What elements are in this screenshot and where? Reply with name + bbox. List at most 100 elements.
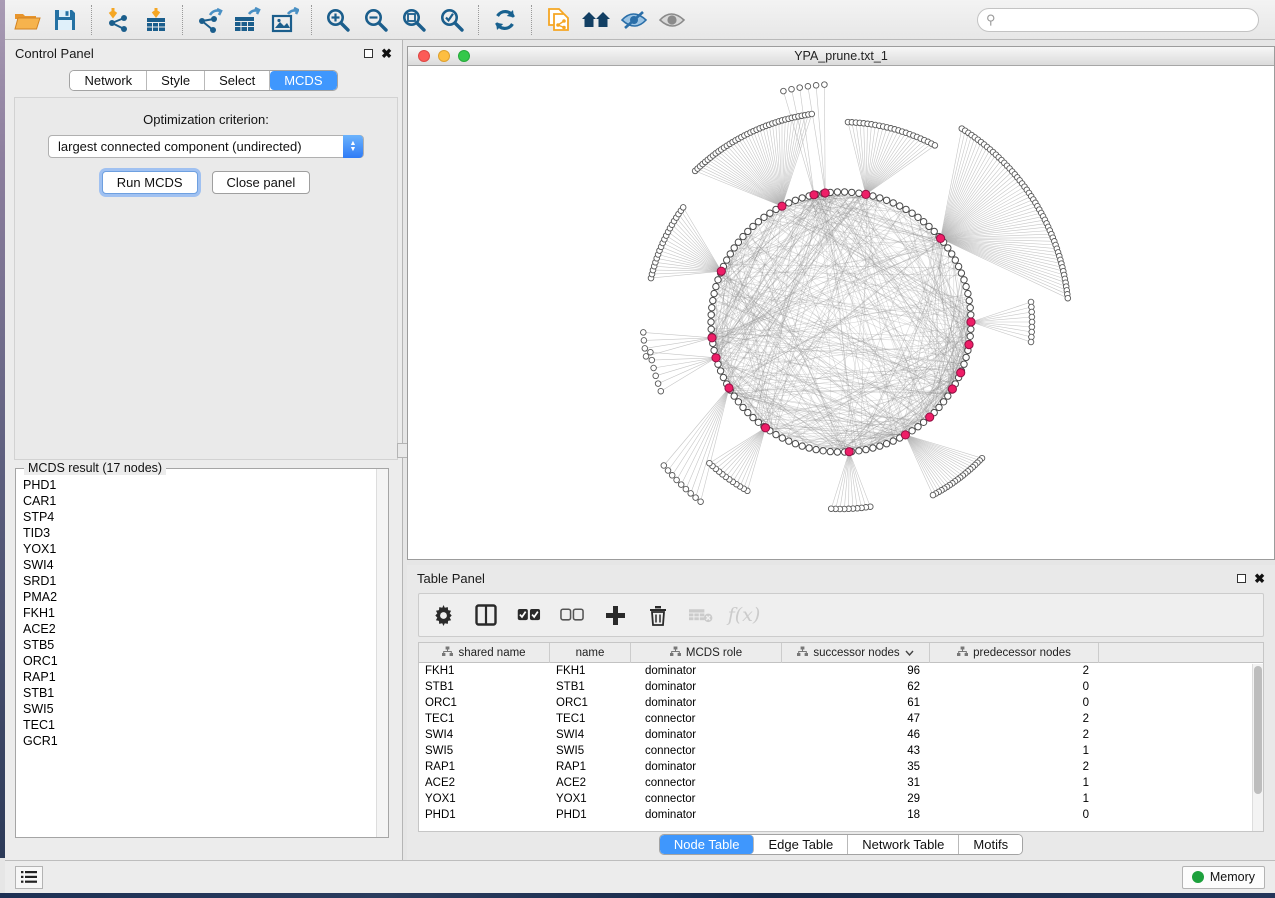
- mcds-hub-node[interactable]: [778, 202, 786, 210]
- search-input[interactable]: [996, 10, 1258, 30]
- mcds-result-title: MCDS result (17 nodes): [24, 461, 166, 475]
- table-row[interactable]: ACE2ACE2connector311: [419, 775, 1263, 791]
- table-row[interactable]: TEC1TEC1connector472: [419, 711, 1263, 727]
- mcds-result-item[interactable]: GCR1: [23, 733, 375, 749]
- mcds-hub-node[interactable]: [901, 431, 909, 439]
- show-all-icon[interactable]: [655, 4, 689, 36]
- close-table-panel-icon[interactable]: ✖: [1254, 574, 1265, 583]
- run-mcds-button[interactable]: Run MCDS: [102, 171, 198, 194]
- zoom-in-icon[interactable]: [321, 4, 355, 36]
- mcds-hub-node[interactable]: [821, 189, 829, 197]
- table-scrollbar-thumb[interactable]: [1254, 666, 1262, 794]
- mcds-hub-node[interactable]: [845, 448, 853, 456]
- mcds-result-list[interactable]: PHD1CAR1STP4TID3YOX1SWI4SRD1PMA2FKH1ACE2…: [17, 475, 375, 836]
- tab-network-table[interactable]: Network Table: [848, 835, 959, 854]
- task-history-button[interactable]: [15, 866, 43, 889]
- mcds-hub-node[interactable]: [725, 384, 733, 392]
- close-panel-icon[interactable]: ✖: [381, 49, 392, 58]
- tab-network[interactable]: Network: [70, 71, 147, 90]
- zoom-out-icon[interactable]: [359, 4, 393, 36]
- first-neighbors-icon[interactable]: [579, 4, 613, 36]
- mcds-hub-node[interactable]: [708, 334, 716, 342]
- mcds-hub-node[interactable]: [717, 267, 725, 275]
- mcds-hub-node[interactable]: [810, 191, 818, 199]
- table-row[interactable]: STB1STB1dominator620: [419, 679, 1263, 695]
- tab-motifs[interactable]: Motifs: [959, 835, 1022, 854]
- mcds-hub-node[interactable]: [957, 369, 965, 377]
- table-row[interactable]: FKH1FKH1dominator962: [419, 663, 1263, 679]
- zoom-fit-icon[interactable]: [397, 4, 431, 36]
- table-row[interactable]: YOX1YOX1connector291: [419, 791, 1263, 807]
- select-all-rows-icon[interactable]: [517, 603, 541, 627]
- save-icon[interactable]: [48, 4, 82, 36]
- column-header-shared-name[interactable]: shared name: [419, 643, 550, 663]
- mcds-hub-node[interactable]: [712, 354, 720, 362]
- column-header-predecessor-nodes[interactable]: predecessor nodes: [930, 643, 1099, 663]
- tab-select[interactable]: Select: [205, 71, 270, 90]
- mcds-hub-node[interactable]: [948, 385, 956, 393]
- mcds-result-item[interactable]: SWI5: [23, 701, 375, 717]
- criterion-dropdown[interactable]: largest connected component (undirected)…: [48, 135, 364, 158]
- clone-network-icon[interactable]: [541, 4, 575, 36]
- mcds-result-item[interactable]: SWI4: [23, 557, 375, 573]
- network-graph-canvas[interactable]: [408, 66, 1274, 559]
- memory-button[interactable]: Memory: [1182, 866, 1265, 889]
- table-row[interactable]: SWI4SWI4dominator462: [419, 727, 1263, 743]
- export-table-icon[interactable]: [230, 4, 264, 36]
- mcds-result-scrollbar[interactable]: [376, 469, 388, 837]
- delete-column-icon[interactable]: [646, 603, 670, 627]
- mcds-result-item[interactable]: TEC1: [23, 717, 375, 733]
- table-row[interactable]: RAP1RAP1dominator352: [419, 759, 1263, 775]
- tab-mcds[interactable]: MCDS: [270, 71, 336, 90]
- mcds-hub-node[interactable]: [967, 318, 975, 326]
- deselect-all-rows-icon[interactable]: [560, 603, 584, 627]
- float-panel-icon[interactable]: [364, 49, 373, 58]
- mcds-result-item[interactable]: PMA2: [23, 589, 375, 605]
- table-row[interactable]: SWI5SWI5connector431: [419, 743, 1263, 759]
- network-window-titlebar[interactable]: YPA_prune.txt_1: [408, 47, 1274, 66]
- add-column-icon[interactable]: [603, 603, 627, 627]
- column-header-MCDS-role[interactable]: MCDS role: [631, 643, 782, 663]
- list-icon: [21, 871, 37, 883]
- mcds-result-item[interactable]: CAR1: [23, 493, 375, 509]
- column-header-successor-nodes[interactable]: successor nodes: [782, 643, 930, 663]
- import-network-icon[interactable]: [101, 4, 135, 36]
- mcds-result-item[interactable]: ACE2: [23, 621, 375, 637]
- mcds-result-item[interactable]: TID3: [23, 525, 375, 541]
- mcds-hub-node[interactable]: [862, 190, 870, 198]
- mcds-result-item[interactable]: YOX1: [23, 541, 375, 557]
- hide-selected-icon[interactable]: [617, 4, 651, 36]
- cell-name: YOX1: [550, 793, 631, 805]
- table-row[interactable]: PHD1PHD1dominator180: [419, 807, 1263, 823]
- mcds-result-item[interactable]: ORC1: [23, 653, 375, 669]
- export-network-icon[interactable]: [192, 4, 226, 36]
- mcds-result-item[interactable]: SRD1: [23, 573, 375, 589]
- float-table-panel-icon[interactable]: [1237, 574, 1246, 583]
- tab-edge-table[interactable]: Edge Table: [754, 835, 848, 854]
- export-image-icon[interactable]: [268, 4, 302, 36]
- cell-shared-name: ACE2: [419, 777, 550, 789]
- mcds-hub-node[interactable]: [926, 413, 934, 421]
- table-scrollbar[interactable]: [1252, 664, 1263, 831]
- mcds-result-item[interactable]: STB1: [23, 685, 375, 701]
- close-panel-button[interactable]: Close panel: [212, 171, 311, 194]
- mcds-result-item[interactable]: RAP1: [23, 669, 375, 685]
- mcds-hub-node[interactable]: [761, 424, 769, 432]
- column-panel-icon[interactable]: [474, 603, 498, 627]
- open-folder-icon[interactable]: [10, 4, 44, 36]
- table-row[interactable]: ORC1ORC1dominator610: [419, 695, 1263, 711]
- tab-style[interactable]: Style: [147, 71, 205, 90]
- search-box[interactable]: ⚲: [977, 8, 1259, 32]
- mcds-result-item[interactable]: FKH1: [23, 605, 375, 621]
- mcds-hub-node[interactable]: [937, 234, 945, 242]
- import-table-icon[interactable]: [139, 4, 173, 36]
- mcds-result-item[interactable]: STP4: [23, 509, 375, 525]
- mcds-result-item[interactable]: PHD1: [23, 477, 375, 493]
- refresh-layout-icon[interactable]: [488, 4, 522, 36]
- table-settings-icon[interactable]: [431, 603, 455, 627]
- zoom-selected-icon[interactable]: [435, 4, 469, 36]
- column-header-name[interactable]: name: [550, 643, 631, 663]
- mcds-hub-node[interactable]: [965, 341, 973, 349]
- tab-node-table[interactable]: Node Table: [660, 835, 755, 854]
- mcds-result-item[interactable]: STB5: [23, 637, 375, 653]
